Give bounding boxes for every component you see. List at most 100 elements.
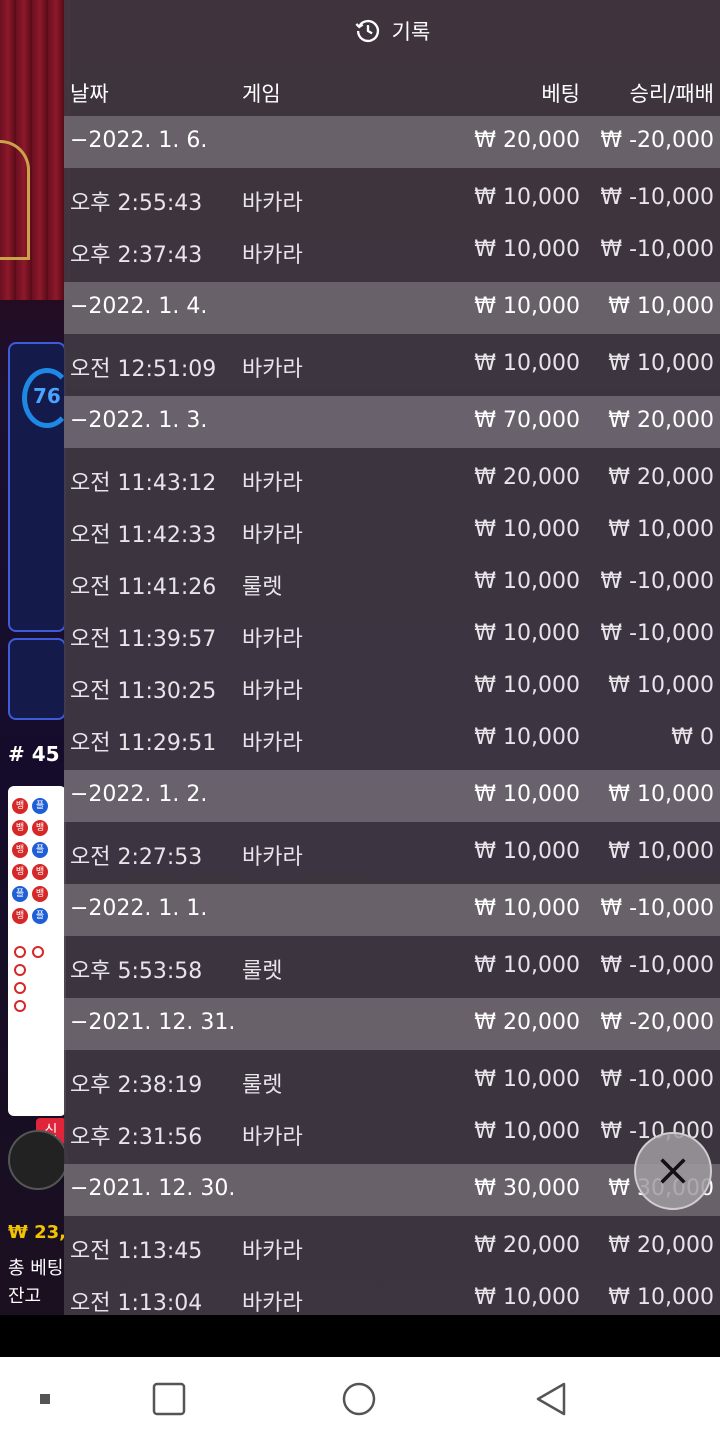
remain-label: 잔고	[8, 1286, 42, 1307]
time-label: 오전 11:41:26	[70, 575, 217, 600]
history-row: 오전 12:51:09 바카라 ₩ 10,000 ₩ 10,000	[64, 339, 720, 391]
close-icon	[660, 1158, 686, 1184]
time-label: 오후 2:55:43	[70, 191, 203, 216]
bet-amount: ₩ 10,000	[474, 351, 580, 376]
bet-amount: ₩ 10,000	[474, 782, 580, 807]
time-label: 오전 11:39:57	[70, 627, 217, 652]
time-label: 오후 2:37:43	[70, 243, 203, 268]
history-row: 오전 11:39:57 바카라 ₩ 10,000 ₩ -10,000	[64, 609, 720, 661]
result-amount: ₩ 0	[671, 725, 714, 750]
time-label: 오전 2:27:53	[70, 845, 203, 870]
history-row: 오전 1:13:04 바카라 ₩ 10,000 ₩ 10,000	[64, 1273, 720, 1315]
history-row: 오전 11:42:33 바카라 ₩ 10,000 ₩ 10,000	[64, 505, 720, 557]
bet-amount: ₩ 10,000	[474, 1119, 580, 1144]
bead-road: 뱅 플 뱅 뱅 뱅 플 뱅 뱅 플 뱅 뱅 플	[8, 786, 66, 1116]
result-amount: ₩ 10,000	[608, 673, 714, 698]
result-amount: ₩ -20,000	[600, 1010, 714, 1035]
game-label: 바카라	[242, 627, 303, 652]
result-amount: ₩ 10,000	[608, 517, 714, 542]
history-clock-icon	[355, 19, 379, 43]
square-dot-icon	[40, 1393, 50, 1404]
history-row: 오전 11:43:12 바카라 ₩ 20,000 ₩ 20,000	[64, 453, 720, 505]
result-amount: ₩ 10,000	[608, 782, 714, 807]
result-amount: ₩ -10,000	[600, 953, 714, 978]
game-label: 바카라	[242, 1125, 303, 1150]
bet-panel	[8, 638, 66, 720]
round-label: # 45	[8, 742, 60, 766]
nav-back-button[interactable]	[506, 1357, 596, 1440]
result-amount: ₩ -10,000	[600, 237, 714, 262]
result-amount: ₩ 10,000	[608, 294, 714, 319]
time-label: 오전 11:43:12	[70, 471, 217, 496]
balance-text: ₩ 23,	[8, 1222, 67, 1243]
date-group-row[interactable]: −2021. 12. 31. ₩ 20,000 ₩ -20,000	[64, 998, 720, 1050]
date-label: −2021. 12. 31.	[70, 1010, 236, 1035]
system-nav-bar	[0, 1357, 720, 1440]
date-group-row[interactable]: −2022. 1. 2. ₩ 10,000 ₩ 10,000	[64, 770, 720, 822]
date-group-row[interactable]: −2022. 1. 4. ₩ 10,000 ₩ 10,000	[64, 282, 720, 334]
result-amount: ₩ -20,000	[600, 128, 714, 153]
game-label: 바카라	[242, 845, 303, 870]
col-game: 게임	[242, 82, 281, 106]
date-label: −2022. 1. 2.	[70, 782, 208, 807]
history-row: 오전 11:41:26 룰렛 ₩ 10,000 ₩ -10,000	[64, 557, 720, 609]
time-label: 오후 2:31:56	[70, 1125, 203, 1150]
bet-amount: ₩ 10,000	[474, 896, 580, 921]
bet-amount: ₩ 20,000	[474, 1233, 580, 1258]
bet-amount: ₩ 10,000	[474, 517, 580, 542]
date-group-row[interactable]: −2022. 1. 3. ₩ 70,000 ₩ 20,000	[64, 396, 720, 448]
game-label: 바카라	[242, 1239, 303, 1264]
history-list: −2022. 1. 6. ₩ 20,000 ₩ -20,000 오후 2:55:43 바…	[64, 116, 720, 1315]
time-label: 오전 1:13:45	[70, 1239, 203, 1264]
date-label: −2022. 1. 4.	[70, 294, 208, 319]
close-button[interactable]	[634, 1132, 712, 1210]
game-label: 바카라	[242, 679, 303, 704]
nav-recents-button[interactable]	[0, 1357, 90, 1440]
nav-home-button[interactable]	[314, 1357, 404, 1440]
bet-amount: ₩ 10,000	[474, 294, 580, 319]
bet-amount: ₩ 10,000	[474, 725, 580, 750]
time-label: 오후 5:53:58	[70, 959, 203, 984]
bet-amount: ₩ 10,000	[474, 953, 580, 978]
result-amount: ₩ -10,000	[600, 896, 714, 921]
result-amount: ₩ 20,000	[608, 465, 714, 490]
result-amount: ₩ -10,000	[600, 185, 714, 210]
game-label: 바카라	[242, 731, 303, 756]
circle-icon	[342, 1382, 376, 1415]
bet-amount: ₩ 10,000	[474, 185, 580, 210]
nav-overview-button[interactable]	[124, 1357, 214, 1440]
triangle-back-icon	[536, 1382, 566, 1415]
bet-amount: ₩ 10,000	[474, 1285, 580, 1310]
square-icon	[152, 1382, 186, 1415]
date-group-row[interactable]: −2022. 1. 6. ₩ 20,000 ₩ -20,000	[64, 116, 720, 168]
time-label: 오전 11:29:51	[70, 731, 217, 756]
game-label: 바카라	[242, 523, 303, 548]
history-row: 오전 11:29:51 바카라 ₩ 10,000 ₩ 0	[64, 713, 720, 765]
date-group-row[interactable]: −2021. 12. 30.₩ 30,000₩ 30,000	[64, 1164, 720, 1216]
bet-amount: ₩ 10,000	[474, 237, 580, 262]
time-label: 오전 11:30:25	[70, 679, 217, 704]
history-title: 기록	[391, 20, 431, 44]
game-label: 바카라	[242, 357, 303, 382]
total-bet-label: 총 베팅	[8, 1258, 64, 1279]
gauge-text: 76	[33, 384, 61, 408]
history-row: 오후 2:31:56 바카라 ₩ 10,000 ₩ -10,000	[64, 1107, 720, 1159]
column-header: 날짜 게임 베팅 승리/패배	[64, 62, 720, 116]
history-row: 오후 2:37:43 바카라 ₩ 10,000 ₩ -10,000	[64, 225, 720, 277]
chip-button[interactable]	[8, 1130, 68, 1190]
game-label: 룰렛	[242, 575, 283, 600]
bet-amount: ₩ 20,000	[474, 465, 580, 490]
result-amount: ₩ 20,000	[608, 408, 714, 433]
history-row: 오전 11:30:25 바카라 ₩ 10,000 ₩ 10,000	[64, 661, 720, 713]
game-label: 바카라	[242, 1291, 303, 1315]
date-group-row[interactable]: −2022. 1. 1. ₩ 10,000 ₩ -10,000	[64, 884, 720, 936]
date-label: −2022. 1. 1.	[70, 896, 208, 921]
history-row: 오후 5:53:58 룰렛 ₩ 10,000 ₩ -10,000	[64, 941, 720, 993]
date-label: −2022. 1. 3.	[70, 408, 208, 433]
bet-amount: ₩ 30,000	[474, 1176, 580, 1201]
history-row: 오후 2:38:19 룰렛 ₩ 10,000 ₩ -10,000	[64, 1055, 720, 1107]
result-amount: ₩ -10,000	[600, 1067, 714, 1092]
history-row: 오후 2:55:43 바카라 ₩ 10,000 ₩ -10,000	[64, 173, 720, 225]
result-amount: ₩ -10,000	[600, 569, 714, 594]
result-amount: ₩ -10,000	[600, 621, 714, 646]
